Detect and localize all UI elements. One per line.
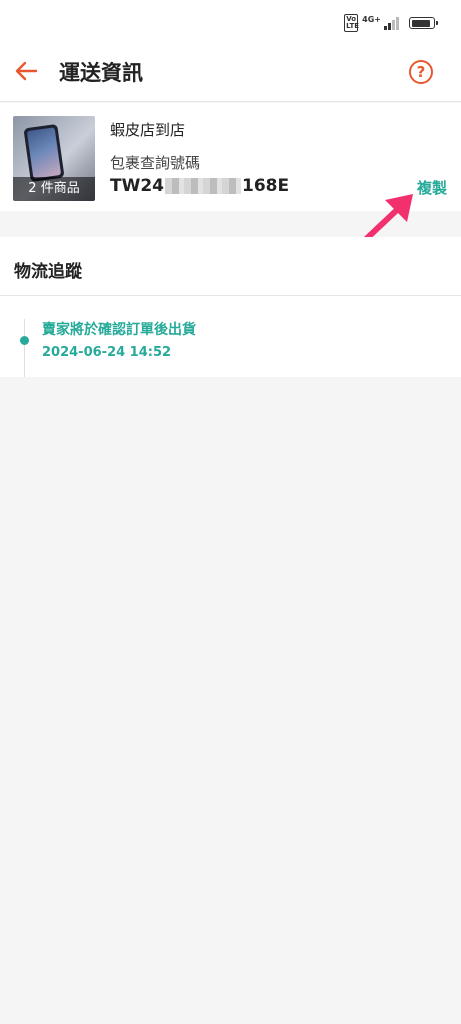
tracking-number: TW24 168E	[110, 176, 289, 196]
tracking-number-prefix: TW24	[110, 176, 165, 196]
tracking-event-time: 2024-06-24 14:52	[42, 345, 172, 360]
item-count-caption: 2 件商品	[13, 177, 95, 201]
tracking-event-description: 賣家將於確認訂單後出貨	[42, 322, 196, 338]
volte-icon: Vo LTE	[344, 14, 360, 32]
copy-button[interactable]: 複製	[417, 177, 447, 198]
phone-image	[23, 123, 65, 183]
product-thumbnail[interactable]: 2 件商品	[13, 116, 95, 201]
signal-icon: 4G+	[362, 14, 399, 30]
redacted-mask	[165, 178, 242, 194]
timeline-line	[24, 319, 25, 377]
timeline-dot	[20, 336, 29, 345]
network-type: 4G+	[362, 14, 381, 24]
back-button[interactable]	[12, 56, 42, 86]
status-icons: Vo LTE 4G+	[344, 14, 438, 32]
battery-icon	[409, 17, 438, 29]
header: 運送資訊 ?	[0, 44, 461, 102]
status-bar: Vo LTE 4G+	[0, 0, 461, 44]
section-title: 物流追蹤	[14, 262, 82, 282]
tracking-number-suffix: 168E	[242, 176, 290, 196]
back-arrow-icon	[15, 61, 38, 81]
divider	[0, 295, 461, 296]
tracking-section: 物流追蹤 賣家將於確認訂單後出貨 2024-06-24 14:52	[0, 237, 461, 377]
store-name: 蝦皮店到店	[110, 121, 186, 139]
help-icon[interactable]: ?	[409, 60, 433, 84]
page-title: 運送資訊	[59, 61, 143, 85]
tracking-number-label: 包裹查詢號碼	[110, 154, 201, 172]
